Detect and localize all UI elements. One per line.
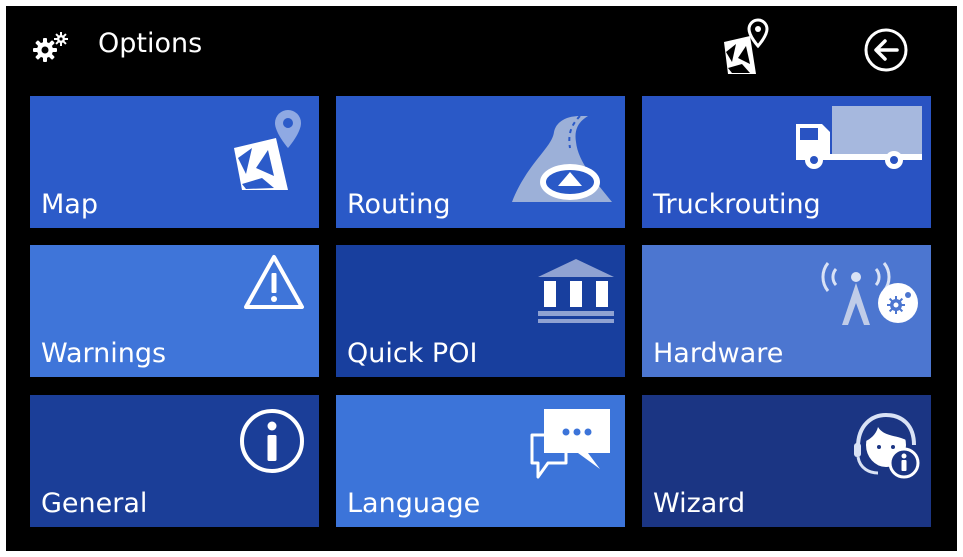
speech-bubbles-icon (530, 409, 610, 479)
tile-label: Warnings (41, 338, 167, 369)
tile-label: Truckrouting (653, 189, 821, 220)
warning-icon (244, 255, 304, 309)
wizard-assistant-icon (854, 412, 920, 479)
map-button[interactable] (720, 18, 772, 76)
header-bar: Options (6, 6, 957, 86)
tile-label: General (41, 488, 148, 519)
back-button[interactable] (863, 27, 909, 73)
tile-map[interactable]: Map (30, 96, 319, 228)
tile-label: Routing (347, 189, 451, 220)
tile-label: Quick POI (347, 338, 478, 369)
info-icon (240, 409, 304, 473)
tile-routing[interactable]: Routing (336, 96, 625, 228)
tile-general[interactable]: General (30, 395, 319, 527)
tile-label: Wizard (653, 488, 746, 519)
map-icon (234, 110, 301, 190)
tile-label: Hardware (653, 338, 784, 369)
road-icon (512, 115, 612, 202)
tile-quick-poi[interactable]: Quick POI (336, 245, 625, 377)
gear-icon (33, 32, 68, 62)
poi-building-icon (538, 259, 614, 323)
tile-wizard[interactable]: Wizard (642, 395, 931, 527)
truck-icon (796, 106, 922, 169)
tile-truckrouting[interactable]: Truckrouting (642, 96, 931, 228)
map-icon (724, 18, 769, 74)
tile-language[interactable]: Language (336, 395, 625, 527)
options-screen: Options Map Routing Truckrouting Warning… (6, 6, 957, 551)
hardware-signal-icon (821, 262, 918, 325)
page-title: Options (98, 28, 203, 59)
tile-warnings[interactable]: Warnings (30, 245, 319, 377)
tile-label: Map (41, 189, 98, 220)
back-arrow-icon (864, 28, 908, 72)
tile-hardware[interactable]: Hardware (642, 245, 931, 377)
tile-label: Language (347, 488, 481, 519)
